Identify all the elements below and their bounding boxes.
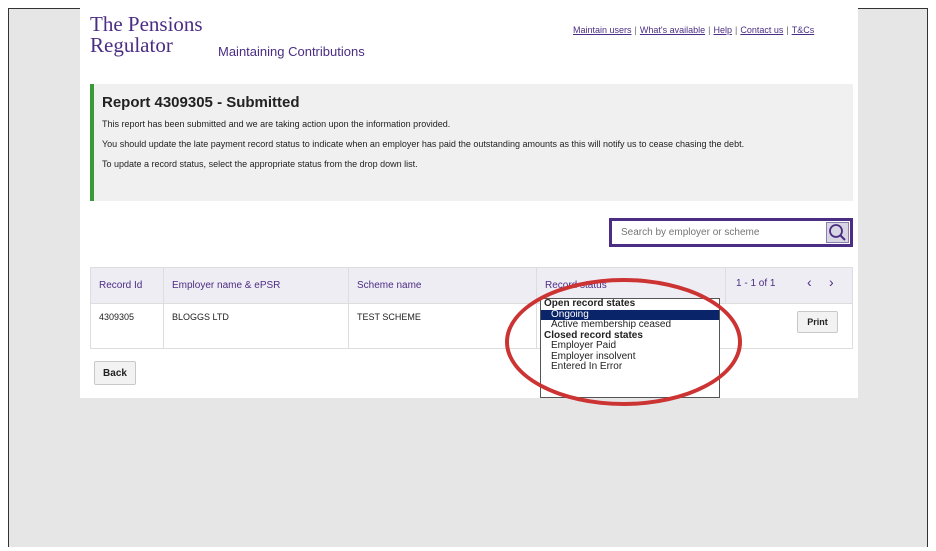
nav-separator: | — [708, 25, 711, 35]
header-scheme[interactable]: Scheme name — [349, 268, 421, 304]
pager-text: 1 - 1 of 1 — [736, 278, 776, 289]
cell-employer: BLOGGS LTD — [172, 312, 229, 322]
banner-text-2: You should update the late payment recor… — [102, 139, 745, 149]
column-divider — [348, 268, 349, 348]
prev-page-icon[interactable]: ‹ — [807, 274, 812, 290]
back-button[interactable]: Back — [94, 361, 136, 385]
whats-available-link[interactable]: What's available — [640, 25, 705, 35]
search-box — [609, 218, 853, 247]
service-name: Maintaining Contributions — [218, 44, 365, 59]
column-divider — [163, 268, 164, 348]
nav-separator: | — [634, 25, 637, 35]
contact-us-link[interactable]: Contact us — [740, 25, 783, 35]
banner-text-3: To update a record status, select the ap… — [102, 159, 418, 169]
nav-separator: | — [734, 25, 738, 35]
print-button[interactable]: Print — [797, 311, 838, 333]
table-header: Record Id Employer name & ePSR Scheme na… — [91, 268, 852, 304]
column-divider — [725, 268, 726, 304]
option-active-membership-ceased[interactable]: Active membership ceased — [541, 319, 719, 331]
header-record-id[interactable]: Record Id — [91, 268, 142, 304]
help-link[interactable]: Help — [713, 25, 732, 35]
header-employer[interactable]: Employer name & ePSR — [164, 268, 280, 304]
pensions-regulator-logo[interactable]: The Pensions Regulator — [90, 14, 203, 56]
option-entered-in-error[interactable]: Entered In Error — [541, 361, 719, 373]
next-page-icon[interactable]: › — [829, 274, 834, 290]
search-button[interactable] — [826, 222, 849, 243]
terms-link[interactable]: T&Cs — [792, 25, 815, 35]
maintain-users-link[interactable]: Maintain users — [573, 25, 632, 35]
cell-record-id: 4309305 — [99, 312, 135, 322]
cell-scheme: TEST SCHEME — [357, 312, 421, 322]
logo-line-1: The Pensions — [90, 12, 203, 36]
submitted-banner: Report 4309305 - Submitted This report h… — [90, 84, 853, 201]
report-title: Report 4309305 - Submitted — [102, 94, 300, 111]
nav-separator: | — [786, 25, 789, 35]
column-divider — [536, 268, 537, 348]
option-group-open: Open record states — [544, 298, 636, 309]
logo-line-2: Regulator — [90, 33, 173, 57]
search-input[interactable] — [615, 223, 815, 242]
option-employer-paid[interactable]: Employer Paid — [541, 340, 719, 352]
top-nav: Maintain users | What's available | Help | Con… — [573, 25, 814, 35]
search-icon — [829, 224, 846, 241]
banner-text-1: This report has been submitted and we ar… — [102, 119, 451, 129]
record-status-dropdown[interactable]: Open record states Ongoing Active member… — [540, 298, 720, 398]
records-table: Record Id Employer name & ePSR Scheme na… — [90, 267, 853, 349]
